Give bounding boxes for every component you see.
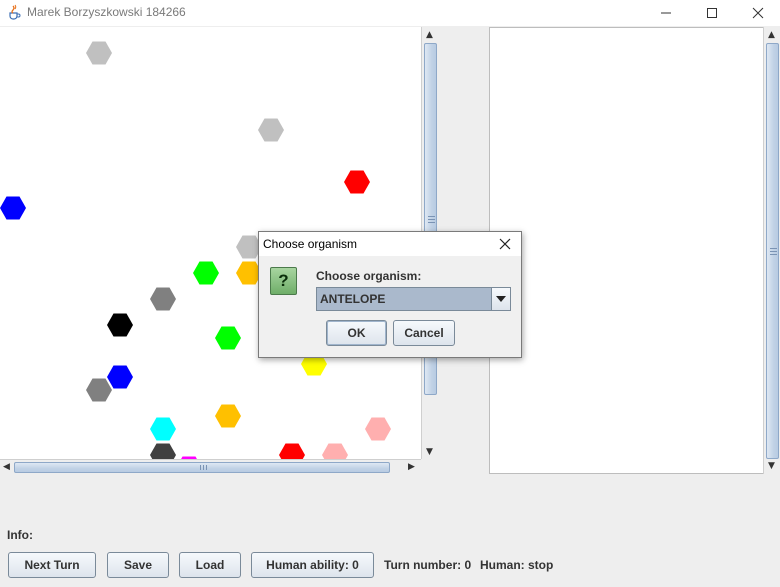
organism-hex[interactable]: [86, 40, 112, 66]
organism-hex[interactable]: [193, 260, 219, 286]
dialog-message: Choose organism:: [316, 269, 422, 283]
organism-hex[interactable]: [279, 442, 305, 460]
scroll-up-arrow-icon[interactable]: ▲: [426, 30, 433, 40]
close-icon: [752, 7, 764, 19]
window-title-bar: Marek Borzyszkowski 184266: [0, 0, 780, 26]
organism-select-value: ANTELOPE: [320, 292, 386, 306]
dialog-title-bar[interactable]: Choose organism: [259, 232, 521, 256]
organism-hex[interactable]: [86, 377, 112, 403]
chevron-down-icon: [496, 296, 506, 302]
organism-hex[interactable]: [0, 195, 26, 221]
organism-hex[interactable]: [344, 169, 370, 195]
organism-hex[interactable]: [150, 442, 176, 460]
organism-hex[interactable]: [215, 325, 241, 351]
dialog-title: Choose organism: [263, 237, 358, 251]
close-button[interactable]: [735, 0, 780, 26]
choose-organism-dialog: Choose organism ? Choose organism: ANTEL…: [258, 231, 522, 358]
java-cup-icon: [7, 4, 21, 20]
scroll-down-arrow-icon[interactable]: ▼: [426, 447, 433, 457]
turn-number-label: Turn number: 0: [384, 558, 472, 572]
scroll-right-arrow-icon[interactable]: ▶: [408, 462, 415, 472]
organism-select[interactable]: ANTELOPE: [316, 287, 511, 311]
organism-hex[interactable]: [258, 117, 284, 143]
scroll-corner: [421, 459, 438, 474]
cancel-button[interactable]: Cancel: [393, 320, 455, 346]
question-icon: ?: [270, 267, 297, 295]
scroll-down-arrow-icon[interactable]: ▼: [768, 461, 775, 471]
close-icon: [499, 238, 511, 250]
minimize-icon: [661, 12, 671, 14]
organism-hex[interactable]: [150, 286, 176, 312]
board-horizontal-scroll-thumb[interactable]: [14, 462, 390, 473]
next-turn-button[interactable]: Next Turn: [8, 552, 96, 578]
minimize-button[interactable]: [643, 0, 689, 26]
organism-hex[interactable]: [150, 416, 176, 442]
log-vertical-scrollbar[interactable]: ▲ ▼: [763, 27, 780, 474]
window-title: Marek Borzyszkowski 184266: [27, 5, 186, 19]
log-vertical-scroll-thumb[interactable]: [766, 43, 779, 459]
maximize-icon: [707, 8, 717, 18]
maximize-button[interactable]: [689, 0, 735, 26]
organism-hex[interactable]: [215, 403, 241, 429]
human-ability-button[interactable]: Human ability: 0: [251, 552, 374, 578]
scroll-left-arrow-icon[interactable]: ◀: [3, 462, 10, 472]
organism-hex[interactable]: [365, 416, 391, 442]
load-button[interactable]: Load: [179, 552, 241, 578]
scroll-up-arrow-icon[interactable]: ▲: [768, 30, 775, 40]
dialog-close-button[interactable]: [496, 236, 514, 252]
organism-hex[interactable]: [107, 312, 133, 338]
log-panel[interactable]: [489, 27, 764, 474]
human-status-label: Human: stop: [480, 558, 554, 572]
save-button[interactable]: Save: [107, 552, 169, 578]
dropdown-arrow-button[interactable]: [491, 288, 510, 310]
board-horizontal-scrollbar[interactable]: ◀ ▶: [0, 459, 421, 474]
organism-hex[interactable]: [322, 442, 348, 460]
info-label: Info:: [7, 528, 33, 542]
ok-button[interactable]: OK: [326, 320, 387, 346]
